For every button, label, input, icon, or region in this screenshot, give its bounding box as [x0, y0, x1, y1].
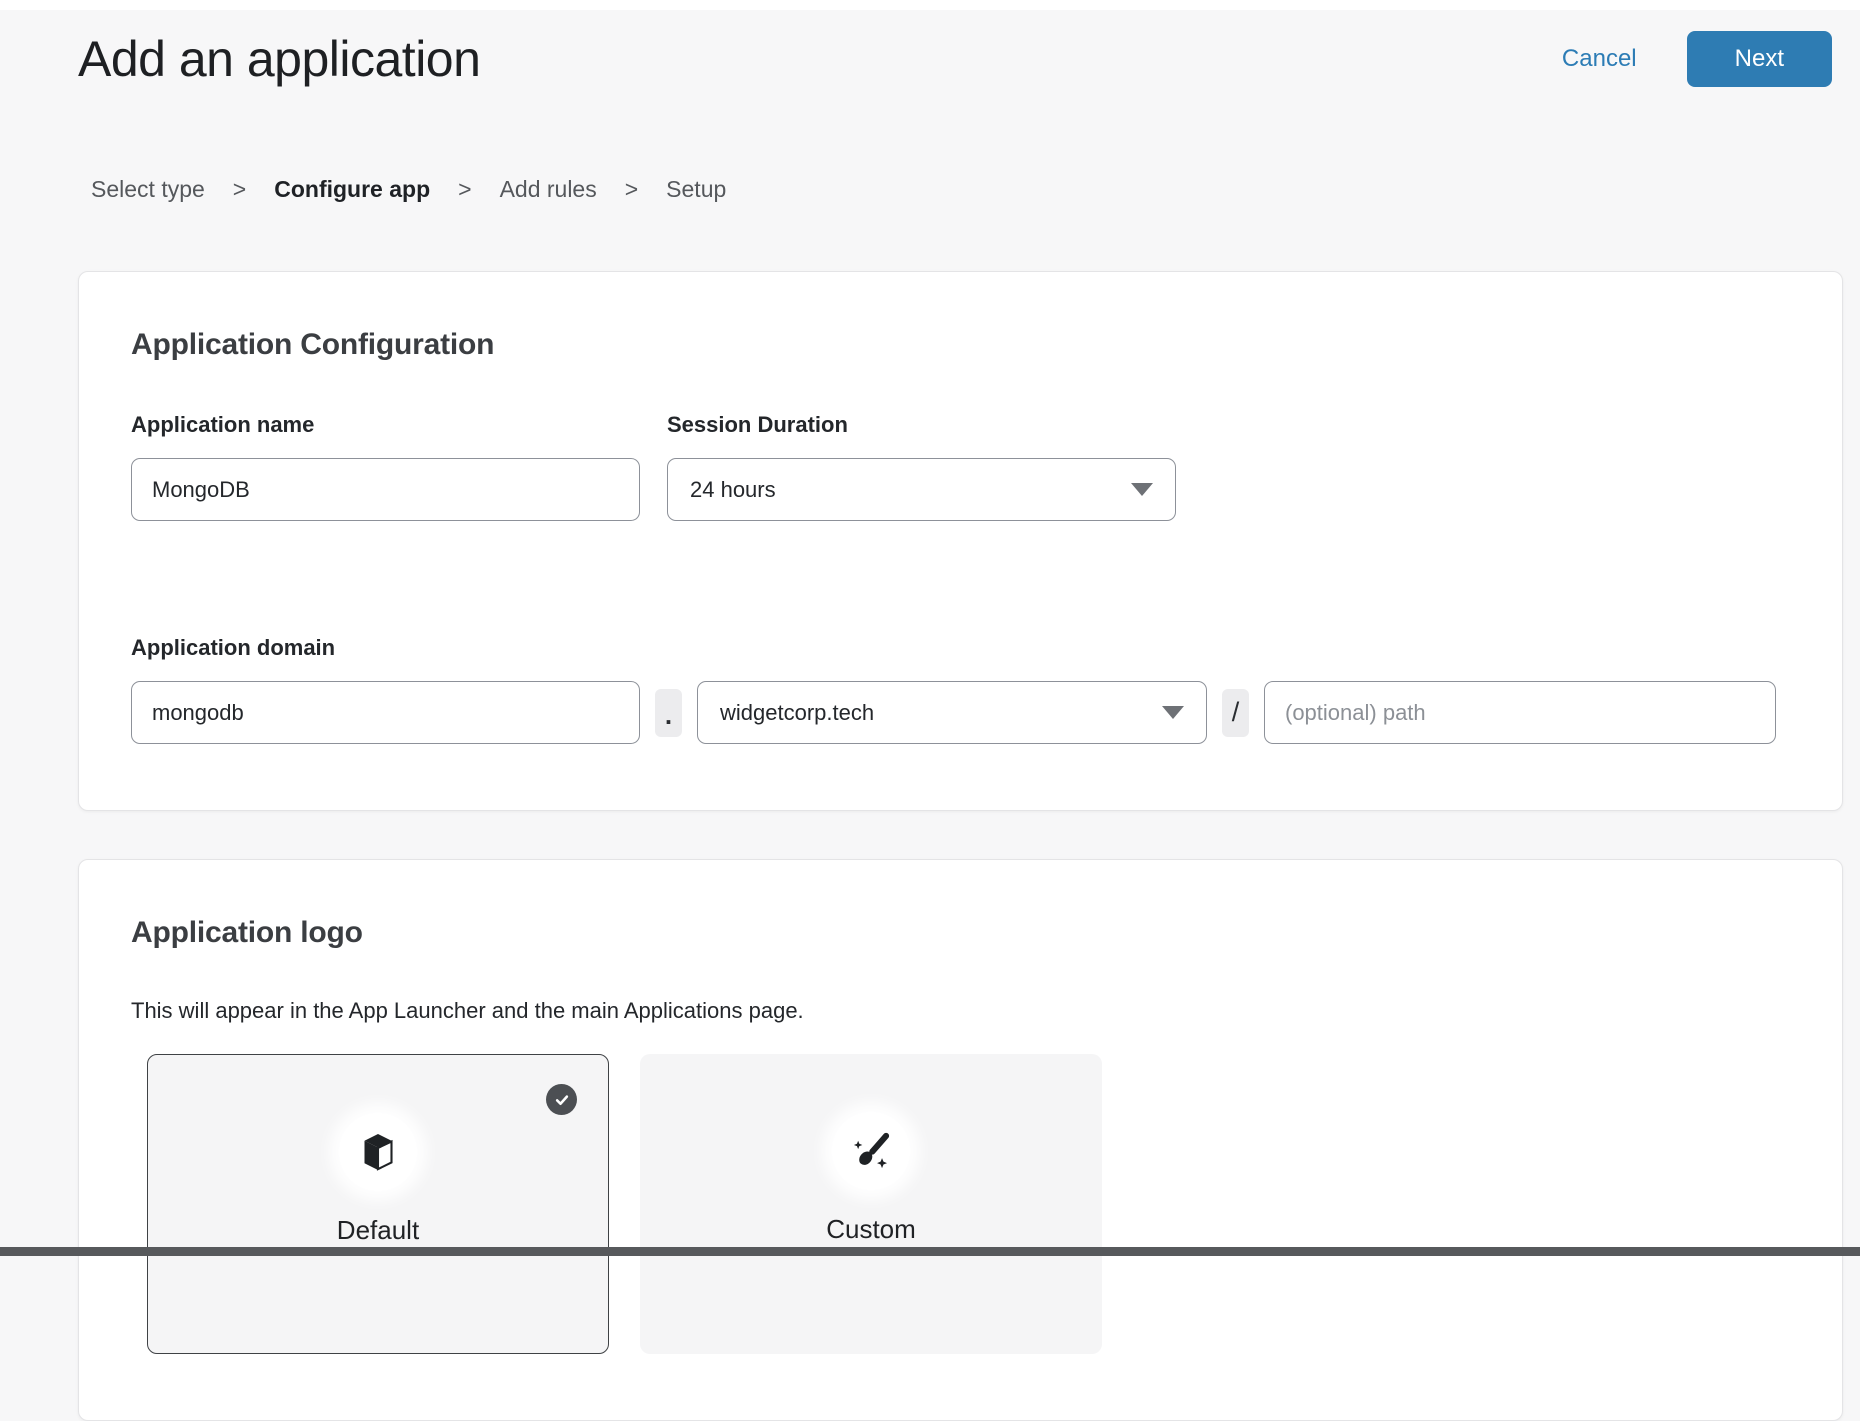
session-duration-select[interactable]: 24 hours	[667, 458, 1176, 521]
path-input[interactable]	[1264, 681, 1776, 744]
selected-check-badge	[546, 1084, 577, 1115]
chevron-down-icon	[1131, 483, 1153, 496]
page-header: Add an application Cancel Next	[0, 0, 1860, 88]
paintbrush-icon	[850, 1130, 892, 1172]
application-name-label: Application name	[131, 412, 640, 438]
session-duration-field: Session Duration 24 hours	[667, 412, 1176, 521]
header-actions: Cancel Next	[1562, 31, 1832, 87]
check-icon	[553, 1091, 571, 1109]
breadcrumb-step-select-type[interactable]: Select type	[91, 176, 205, 203]
logo-option-custom[interactable]: Custom	[640, 1054, 1102, 1354]
default-logo-circle	[339, 1113, 417, 1191]
application-configuration-card: Application Configuration Application na…	[78, 271, 1843, 811]
application-domain-row: . widgetcorp.tech /	[131, 681, 1790, 744]
session-duration-label: Session Duration	[667, 412, 1176, 438]
application-domain-label: Application domain	[131, 635, 1790, 661]
cancel-button[interactable]: Cancel	[1562, 45, 1637, 73]
breadcrumb-step-setup[interactable]: Setup	[666, 176, 726, 203]
application-name-field: Application name	[131, 412, 640, 521]
domain-select[interactable]: widgetcorp.tech	[697, 681, 1207, 744]
slash-separator: /	[1222, 689, 1249, 737]
subdomain-input[interactable]	[131, 681, 640, 744]
dot-separator: .	[655, 689, 682, 737]
domain-select-value: widgetcorp.tech	[720, 700, 874, 726]
application-logo-card: Application logo This will appear in the…	[78, 859, 1843, 1421]
bottom-window-edge	[0, 1247, 1860, 1256]
chevron-down-icon	[1162, 706, 1184, 719]
page-title: Add an application	[78, 30, 480, 88]
breadcrumb-separator: >	[233, 176, 246, 203]
breadcrumb-separator: >	[458, 176, 471, 203]
logo-option-label: Default	[337, 1215, 419, 1246]
application-name-input[interactable]	[131, 458, 640, 521]
next-button[interactable]: Next	[1687, 31, 1832, 87]
name-duration-row: Application name Session Duration 24 hou…	[131, 412, 1790, 521]
application-domain-field: Application domain . widgetcorp.tech /	[131, 635, 1790, 744]
breadcrumb: Select type > Configure app > Add rules …	[91, 176, 1860, 203]
application-logo-description: This will appear in the App Launcher and…	[131, 998, 1790, 1024]
window-top-strip	[0, 0, 1860, 10]
custom-logo-circle	[832, 1112, 910, 1190]
application-logo-heading: Application logo	[131, 916, 1790, 950]
application-configuration-heading: Application Configuration	[131, 328, 1790, 362]
breadcrumb-step-add-rules[interactable]: Add rules	[500, 176, 597, 203]
session-duration-value: 24 hours	[690, 477, 776, 503]
breadcrumb-separator: >	[625, 176, 638, 203]
logo-option-label: Custom	[826, 1214, 916, 1245]
breadcrumb-step-configure-app[interactable]: Configure app	[274, 176, 430, 203]
logo-option-default[interactable]: Default	[147, 1054, 609, 1354]
logo-options: Default Custom	[147, 1054, 1790, 1354]
cube-icon	[360, 1132, 396, 1172]
